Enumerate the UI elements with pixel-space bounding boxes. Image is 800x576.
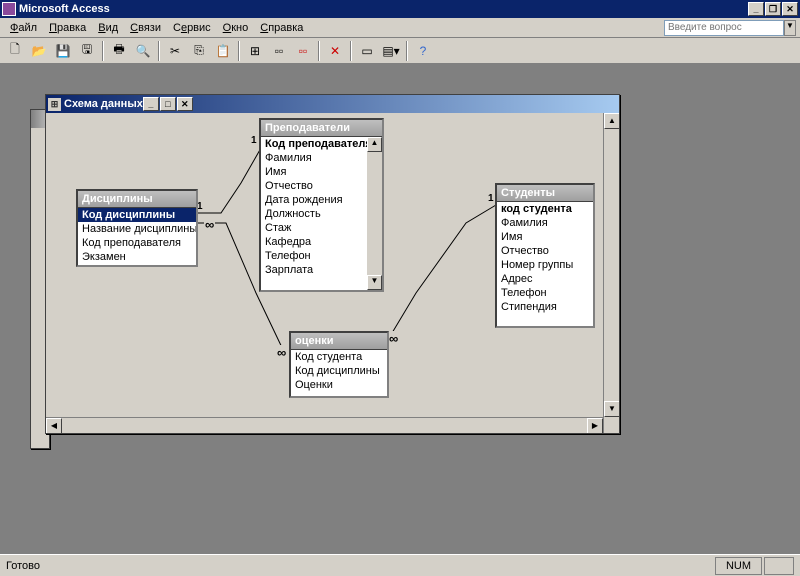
- field-item[interactable]: Имя: [497, 230, 593, 244]
- rel-one-2: 1: [250, 135, 258, 146]
- table-grades[interactable]: оценки Код студента Код дисциплины Оценк…: [289, 331, 389, 398]
- add-table-icon[interactable]: ⊞: [244, 40, 266, 62]
- help-question-input[interactable]: [664, 20, 784, 36]
- child-maximize-button[interactable]: □: [160, 97, 176, 111]
- field-item[interactable]: Код дисциплины: [78, 208, 196, 222]
- minimize-button[interactable]: _: [748, 2, 764, 16]
- paste-icon[interactable]: 📋: [212, 40, 234, 62]
- menu-file[interactable]: ФФайлайл: [4, 20, 43, 36]
- menu-service[interactable]: Сервис: [167, 20, 217, 36]
- menu-relations[interactable]: Связи: [124, 20, 167, 36]
- schema-icon: ⊞: [48, 98, 61, 111]
- field-item[interactable]: Код преподавателя: [261, 137, 382, 151]
- rel-many-1: ∞: [204, 217, 215, 232]
- relationship-canvas[interactable]: 1 ∞ 1 ∞ ∞ 1 Дисциплины Код дисциплины На…: [46, 113, 619, 433]
- field-item[interactable]: Номер группы: [497, 258, 593, 272]
- app-icon: [2, 2, 16, 16]
- field-item[interactable]: Код дисциплины: [291, 364, 387, 378]
- child-minimize-button[interactable]: _: [143, 97, 159, 111]
- field-item[interactable]: Зарплата: [261, 263, 382, 277]
- field-item[interactable]: Отчество: [261, 179, 382, 193]
- preview-icon[interactable]: 🔍: [132, 40, 154, 62]
- table-disciplines[interactable]: Дисциплины Код дисциплины Название дисци…: [76, 189, 198, 267]
- field-item[interactable]: Оценки: [291, 378, 387, 392]
- field-item[interactable]: Название дисциплины: [78, 222, 196, 236]
- field-item[interactable]: Отчество: [497, 244, 593, 258]
- mdi-area: ⊞ Схема данных _ □ ✕ 1 ∞ 1 ∞ ∞ 1 Дисц: [0, 64, 800, 554]
- export-icon[interactable]: 🖫: [76, 40, 98, 62]
- field-item[interactable]: Код преподавателя: [78, 236, 196, 250]
- field-item[interactable]: Экзамен: [78, 250, 196, 264]
- app-title: Microsoft Access: [19, 3, 110, 15]
- child-title: Схема данных: [64, 98, 143, 110]
- canvas-hscroll[interactable]: ◀ ▶: [46, 417, 603, 433]
- table-header[interactable]: Дисциплины: [78, 191, 196, 208]
- toolbar: 🗋 📂 💾 🖫 🖶 🔍 ✂ ⎘ 📋 ⊞ ▫▫ ▫▫ ✕ ▭ ▤▾ ?: [0, 38, 800, 64]
- table-teachers[interactable]: Преподаватели Код преподавателя Фамилия …: [259, 118, 384, 292]
- question-dropdown[interactable]: ▼: [784, 20, 796, 36]
- new-object-icon[interactable]: ▤▾: [380, 40, 402, 62]
- close-button[interactable]: ✕: [782, 2, 798, 16]
- cut-icon[interactable]: ✂: [164, 40, 186, 62]
- save-icon[interactable]: 💾: [52, 40, 74, 62]
- child-close-button[interactable]: ✕: [177, 97, 193, 111]
- menu-window[interactable]: Окно: [217, 20, 255, 36]
- field-item[interactable]: Дата рождения: [261, 193, 382, 207]
- rel-many-2: ∞: [276, 345, 287, 360]
- statusbar: Готово NUM: [0, 554, 800, 576]
- canvas-vscroll[interactable]: ▲ ▼: [603, 113, 619, 433]
- table-header[interactable]: оценки: [291, 333, 387, 350]
- table-header[interactable]: Преподаватели: [261, 120, 382, 137]
- field-item[interactable]: Фамилия: [261, 151, 382, 165]
- window-icon[interactable]: ▭: [356, 40, 378, 62]
- copy-icon[interactable]: ⎘: [188, 40, 210, 62]
- field-item[interactable]: Фамилия: [497, 216, 593, 230]
- menubar: ФФайлайл Правка Вид Связи Сервис Окно Сп…: [0, 18, 800, 38]
- field-item[interactable]: Стипендия: [497, 300, 593, 314]
- show-all-icon[interactable]: ▫▫: [292, 40, 314, 62]
- show-direct-icon[interactable]: ▫▫: [268, 40, 290, 62]
- field-item[interactable]: код студента: [497, 202, 593, 216]
- field-item[interactable]: Код студента: [291, 350, 387, 364]
- help-icon[interactable]: ?: [412, 40, 434, 62]
- restore-button[interactable]: ❐: [765, 2, 781, 16]
- open-icon[interactable]: 📂: [28, 40, 50, 62]
- delete-icon[interactable]: ✕: [324, 40, 346, 62]
- rel-one-3: 1: [487, 193, 495, 204]
- field-item[interactable]: Кафедра: [261, 235, 382, 249]
- field-item[interactable]: Телефон: [497, 286, 593, 300]
- app-titlebar: Microsoft Access _ ❐ ✕: [0, 0, 800, 18]
- table-students[interactable]: Студенты код студента Фамилия Имя Отчест…: [495, 183, 595, 328]
- table-header[interactable]: Студенты: [497, 185, 593, 202]
- menu-view[interactable]: Вид: [92, 20, 124, 36]
- child-titlebar[interactable]: ⊞ Схема данных _ □ ✕: [46, 95, 619, 113]
- status-text: Готово: [6, 560, 40, 572]
- status-empty: [764, 557, 794, 575]
- field-item[interactable]: Имя: [261, 165, 382, 179]
- menu-edit[interactable]: Правка: [43, 20, 92, 36]
- field-item[interactable]: Стаж: [261, 221, 382, 235]
- new-icon[interactable]: 🗋: [4, 40, 26, 62]
- field-item[interactable]: Телефон: [261, 249, 382, 263]
- schema-window[interactable]: ⊞ Схема данных _ □ ✕ 1 ∞ 1 ∞ ∞ 1 Дисц: [45, 94, 620, 434]
- table-scrollbar[interactable]: ▲ ▼: [367, 137, 382, 290]
- menu-help[interactable]: Справка: [254, 20, 309, 36]
- field-item[interactable]: Должность: [261, 207, 382, 221]
- field-item[interactable]: Адрес: [497, 272, 593, 286]
- status-num: NUM: [715, 557, 762, 575]
- print-icon[interactable]: 🖶: [108, 40, 130, 62]
- rel-many-3: ∞: [388, 331, 399, 346]
